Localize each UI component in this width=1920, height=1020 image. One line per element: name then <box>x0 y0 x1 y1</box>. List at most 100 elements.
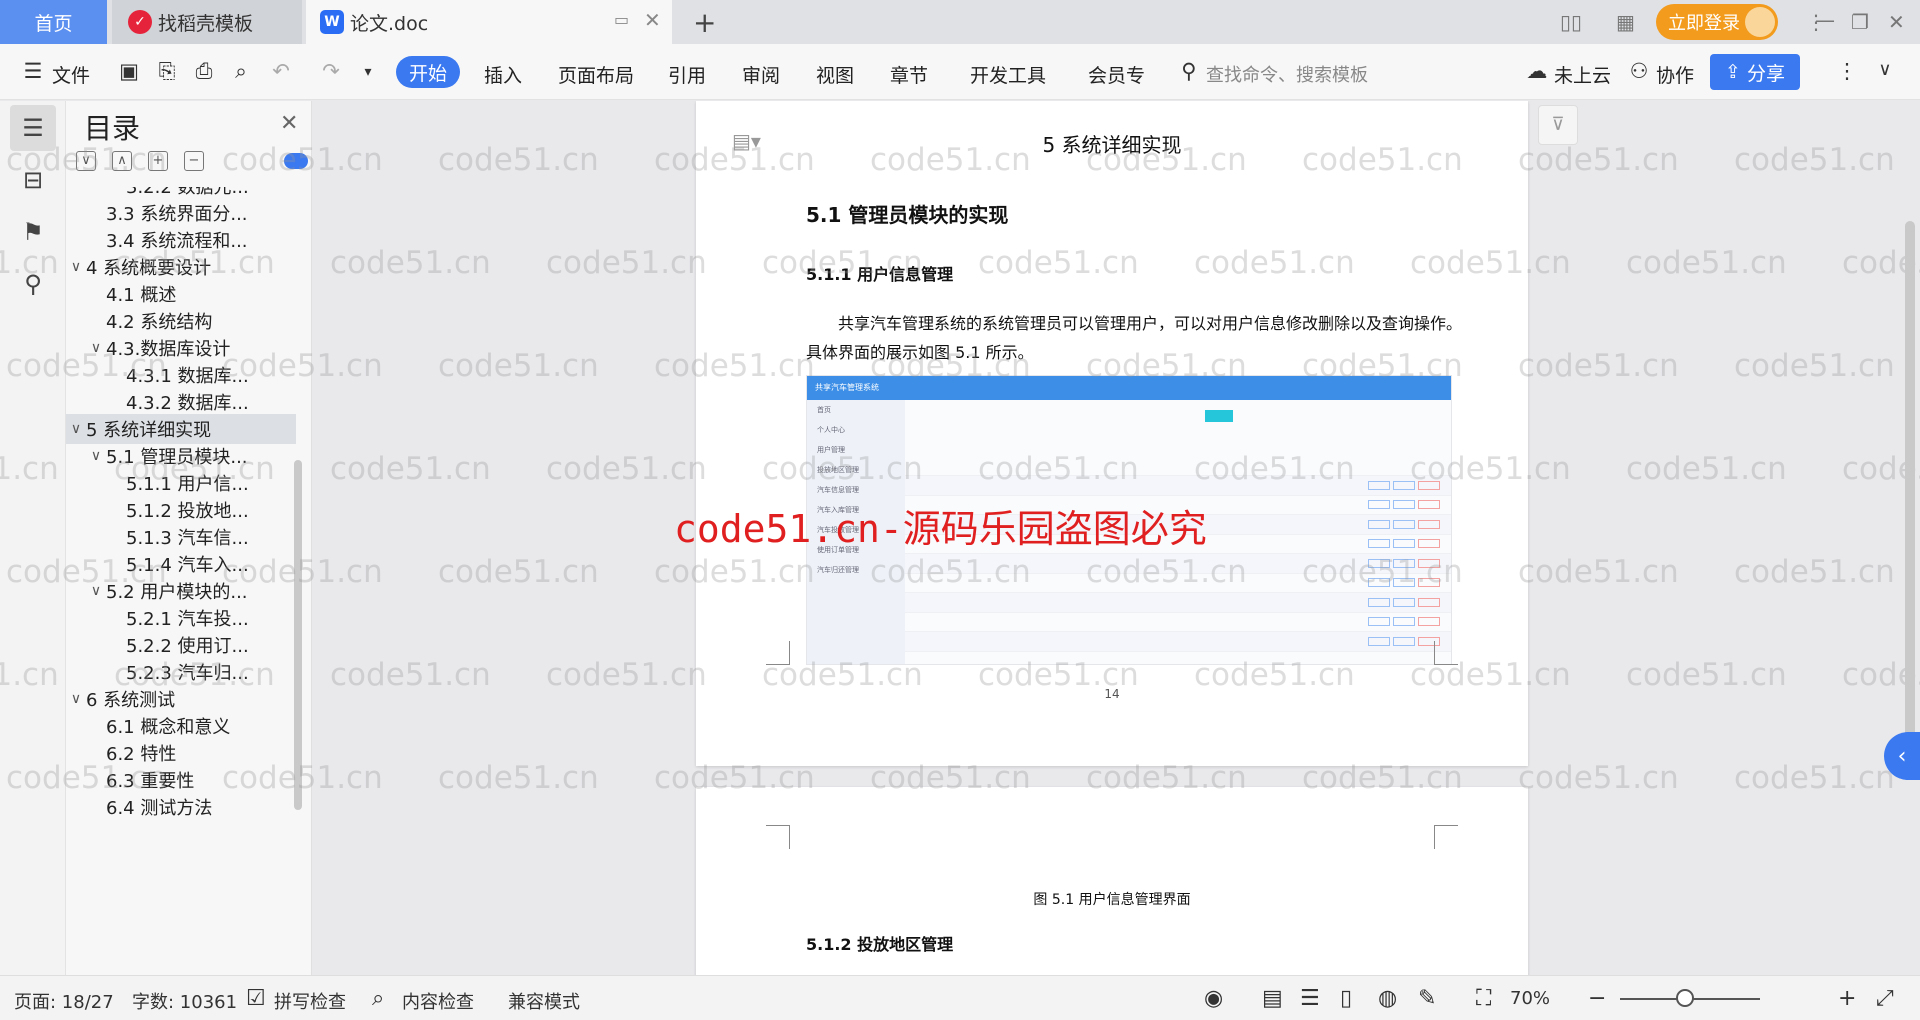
tab-start[interactable]: 开始 <box>396 56 460 88</box>
zoom-in-icon[interactable]: + <box>1838 986 1856 1011</box>
menu-file[interactable]: 文件 <box>52 61 90 88</box>
toc-item[interactable]: 6.2 特性 <box>66 738 296 768</box>
hamburger-icon[interactable]: ☰ <box>20 59 46 85</box>
toc-item[interactable]: ∨ 4 系统概要设计 <box>66 252 296 282</box>
tab-layout[interactable]: 页面布局 <box>558 61 634 88</box>
toc-item[interactable]: 3.3 系统界面分... <box>66 198 296 228</box>
filter-icon[interactable]: ⊽ <box>1538 105 1578 145</box>
collapse-ribbon-icon[interactable]: ∨ <box>1872 59 1898 85</box>
fit-page-icon[interactable]: ⛶ <box>1476 986 1491 1011</box>
web-view-icon[interactable]: ◍ <box>1378 986 1397 1011</box>
pen-icon[interactable]: ✎ <box>1418 986 1436 1011</box>
remove-heading-icon[interactable]: − <box>184 151 204 171</box>
restore-icon[interactable]: ❐ <box>1851 10 1869 34</box>
tab-home[interactable]: 首页 <box>0 0 107 44</box>
scroll-thumb[interactable] <box>1905 221 1915 741</box>
zoom-level[interactable]: 70% <box>1510 988 1550 1009</box>
redo-icon[interactable]: ↷ <box>318 59 344 85</box>
close-tab-icon[interactable]: ✕ <box>644 8 661 32</box>
tab-insert[interactable]: 插入 <box>484 61 522 88</box>
content-check-button[interactable]: 内容检查 <box>402 988 474 1014</box>
fullscreen-icon[interactable]: ⤢ <box>1876 986 1894 1011</box>
tab-reference[interactable]: 引用 <box>668 61 706 88</box>
monitor-icon[interactable]: ▭ <box>614 10 629 29</box>
toc-item[interactable]: 4.2 系统结构 <box>66 306 296 336</box>
toc-item[interactable]: ∨ 5.2 用户模块的... <box>66 576 296 606</box>
toc-item[interactable]: 5.1.4 汽车入... <box>66 549 296 579</box>
toc-item[interactable]: 3.4 系统流程和... <box>66 225 296 255</box>
outline-view-icon[interactable]: ☰ <box>1300 986 1320 1011</box>
collapse-all-icon[interactable]: ∨ <box>76 151 96 171</box>
tab-templates[interactable]: ✓ 找稻壳模板 <box>112 0 302 44</box>
tab-devtools[interactable]: 开发工具 <box>970 61 1046 88</box>
close-icon[interactable]: ✕ <box>280 111 298 136</box>
read-mode-icon[interactable]: ▯ <box>1340 986 1352 1011</box>
chevron-down-icon[interactable]: ∨ <box>66 259 86 275</box>
chevron-down-icon[interactable]: ∨ <box>66 421 86 437</box>
toc-item[interactable]: 6.4 测试方法 <box>66 792 296 822</box>
toc-item[interactable]: 5.1.2 投放地... <box>66 495 296 525</box>
print-icon[interactable]: ⎙ <box>191 59 217 85</box>
page-indicator[interactable]: 页面: 18/27 <box>14 988 114 1014</box>
more-icon[interactable]: ⋮ <box>1834 59 1860 85</box>
save-icon[interactable]: ▣ <box>116 59 142 85</box>
new-tab-icon[interactable]: + <box>693 6 716 39</box>
toc-item[interactable]: 5.2.1 汽车投... <box>66 603 296 633</box>
undo-icon[interactable]: ↶ <box>268 59 294 85</box>
toc-item[interactable]: 6.3 重要性 <box>66 765 296 795</box>
chevron-down-icon[interactable]: ∨ <box>66 691 86 707</box>
find-icon[interactable]: ⚲ <box>10 261 56 307</box>
tab-view[interactable]: 视图 <box>816 61 854 88</box>
document-page-2[interactable]: 图 5.1 用户信息管理界面 5.1.2 投放地区管理 <box>696 787 1528 975</box>
eye-protect-icon[interactable]: ◉ <box>1204 986 1223 1011</box>
toc-item[interactable]: 4.3.1 数据库... <box>66 360 296 390</box>
toc-list: 3.2.2 数据元... 3.3 系统界面分... 3.4 系统流程和... ∨ 4 系… <box>66 187 302 973</box>
toc-panel-icon[interactable]: ☰ <box>10 105 56 151</box>
document-page[interactable]: ▤▾ 5 系统详细实现 5.1 管理员模块的实现 5.1.1 用户信息管理 共享… <box>696 101 1528 766</box>
screenshot-menu-item: 投放地区管理 <box>817 466 859 474</box>
command-search[interactable]: 查找命令、搜索模板 <box>1206 61 1368 87</box>
word-count[interactable]: 字数: 10361 <box>132 988 237 1014</box>
toc-item[interactable]: 5.2.2 使用订... <box>66 630 296 660</box>
chevron-down-icon[interactable]: ∨ <box>86 448 106 464</box>
chevron-down-icon[interactable]: ∨ <box>86 340 106 356</box>
zoom-out-icon[interactable]: − <box>1588 986 1606 1011</box>
cloud-status[interactable]: 未上云 <box>1554 61 1611 88</box>
toc-item[interactable]: ∨ 5.1 管理员模块... <box>66 441 296 471</box>
spell-check-button[interactable]: 拼写检查 <box>274 988 346 1014</box>
zoom-slider-knob[interactable] <box>1676 989 1694 1007</box>
share-button[interactable]: ⇪ 分享 <box>1710 54 1800 90</box>
navigation-icon[interactable]: ⊟ <box>10 157 56 203</box>
toc-item[interactable]: ∨ 6 系统测试 <box>66 684 296 714</box>
export-icon[interactable]: ⎘ <box>154 59 180 85</box>
chevron-down-icon[interactable]: ∨ <box>86 583 106 599</box>
minimize-icon[interactable]: — <box>1815 8 1835 32</box>
toc-item[interactable]: 4.3.2 数据库... <box>66 387 296 417</box>
layout-icon[interactable]: ▯▯ <box>1560 10 1582 34</box>
tab-document[interactable]: W 论文.doc ▭ ✕ <box>306 0 672 44</box>
toc-item[interactable]: ∨ 5 系统详细实现 <box>66 414 296 444</box>
tab-review[interactable]: 审阅 <box>742 61 780 88</box>
preview-icon[interactable]: ⌕ <box>228 59 254 85</box>
more-dropdown-icon[interactable]: ▾ <box>355 64 381 90</box>
smart-toc-toggle[interactable] <box>284 153 308 169</box>
expand-up-icon[interactable]: ∧ <box>112 151 132 171</box>
add-heading-icon[interactable]: + <box>148 151 168 171</box>
apps-grid-icon[interactable]: ▦ <box>1616 10 1635 34</box>
toc-item[interactable]: 4.1 概述 <box>66 279 296 309</box>
page-view-icon[interactable]: ▤ <box>1262 986 1283 1011</box>
toc-scrollbar[interactable] <box>294 460 302 810</box>
toc-item[interactable]: 5.2.3 汽车归... <box>66 657 296 687</box>
close-window-icon[interactable]: ✕ <box>1888 10 1905 34</box>
bookmark-icon[interactable]: ⚑ <box>10 209 56 255</box>
login-button[interactable]: 立即登录 <box>1656 4 1778 40</box>
toc-item[interactable]: 5.1.1 用户信... <box>66 468 296 498</box>
tab-member[interactable]: 会员专 <box>1088 61 1145 88</box>
collab-button[interactable]: 协作 <box>1656 61 1694 88</box>
toc-item[interactable]: ∨ 4.3.数据库设计 <box>66 333 296 363</box>
vertical-scrollbar[interactable] <box>1900 101 1920 975</box>
toc-item[interactable]: 5.1.3 汽车信... <box>66 522 296 552</box>
docer-logo-icon: ✓ <box>128 10 152 34</box>
toc-item[interactable]: 6.1 概念和意义 <box>66 711 296 741</box>
tab-chapter[interactable]: 章节 <box>890 61 928 88</box>
